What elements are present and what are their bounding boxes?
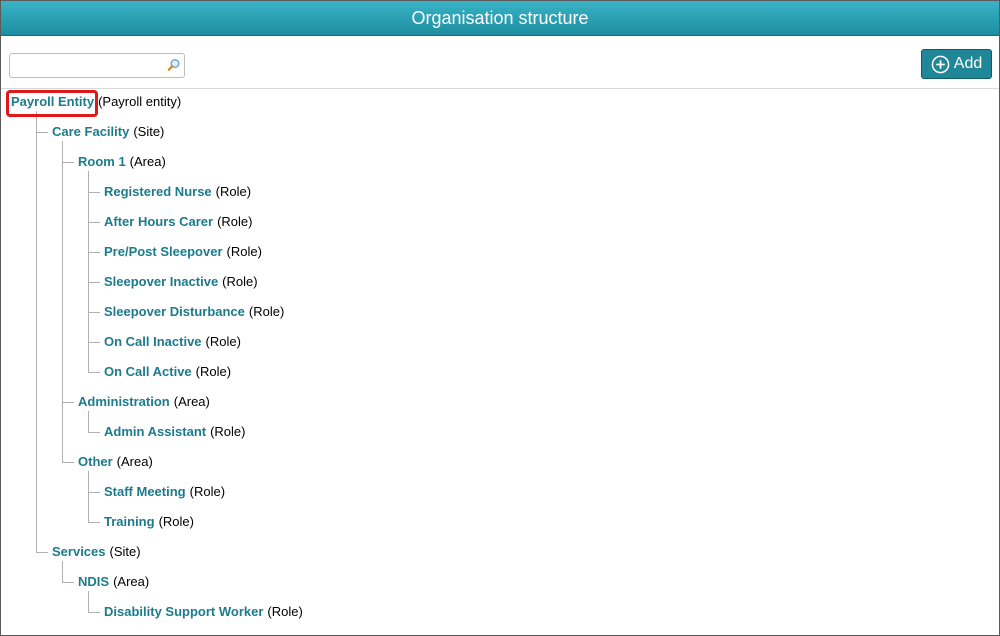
tree-node-disability-support-worker: Disability Support Worker (Role) [104, 603, 303, 621]
tree-node-type: (Role) [195, 364, 232, 379]
tree-node-type: (Role) [189, 484, 226, 499]
tree-connector [62, 561, 63, 583]
tree-connector [62, 582, 74, 583]
tree-node-services: Services (Site) [52, 543, 141, 561]
tree-node-type: (Area) [129, 154, 166, 169]
tree-connector [88, 522, 100, 523]
tree-node-link[interactable]: Staff Meeting [104, 484, 186, 499]
tree-connector [88, 492, 100, 493]
tree-node-type: (Role) [248, 304, 285, 319]
tree-node-type: (Role) [158, 514, 194, 529]
tree-connector [88, 282, 100, 283]
tree-node-link[interactable]: Services [52, 544, 106, 559]
tree-connector [36, 132, 48, 133]
page-title: Organisation structure [1, 1, 999, 36]
org-tree: Payroll Entity (Payroll entity) Care Faci… [1, 89, 999, 634]
tree-node-link[interactable]: On Call Active [104, 364, 192, 379]
tree-node-admin-assistant: Admin Assistant (Role) [104, 423, 246, 441]
tree-node-link[interactable]: Other [78, 454, 113, 469]
tree-connector [88, 312, 100, 313]
add-button[interactable]: Add [921, 49, 992, 79]
tree-node-link[interactable]: On Call Inactive [104, 334, 202, 349]
tree-node-after-hours-carer: After Hours Carer (Role) [104, 213, 253, 231]
search-icon[interactable] [167, 58, 181, 72]
tree-node-type: (Payroll entity) [98, 94, 182, 109]
tree-node-sleepover-inactive: Sleepover Inactive (Role) [104, 273, 258, 291]
tree-connector [62, 162, 74, 163]
tree-node-training: Training (Role) [104, 513, 194, 531]
tree-connector [88, 222, 100, 223]
tree-node-pre-post-sleepover: Pre/Post Sleepover (Role) [104, 243, 262, 261]
tree-node-link[interactable]: After Hours Carer [104, 214, 213, 229]
tree-node-type: (Area) [113, 574, 150, 589]
tree-node-link[interactable]: Disability Support Worker [104, 604, 263, 619]
search-input[interactable] [10, 54, 160, 77]
tree-node-registered-nurse: Registered Nurse (Role) [104, 183, 251, 201]
tree-connector [88, 342, 100, 343]
tree-node-link[interactable]: Registered Nurse [104, 184, 212, 199]
search-box[interactable] [9, 53, 185, 78]
tree-connector [62, 462, 74, 463]
tree-node-on-call-inactive: On Call Inactive (Role) [104, 333, 241, 351]
org-structure-panel: Organisation structure Add Payroll Entit… [0, 0, 1000, 636]
tree-connector [88, 471, 89, 523]
tree-connector [88, 372, 100, 373]
tree-connector [88, 612, 100, 613]
tree-node-sleepover-disturbance: Sleepover Disturbance (Role) [104, 303, 284, 321]
tree-connector [36, 111, 37, 553]
tree-connector [62, 141, 63, 463]
tree-node-link[interactable]: Training [104, 514, 155, 529]
tree-node-ndis: NDIS (Area) [78, 573, 149, 591]
tree-connector [88, 252, 100, 253]
tree-node-type: (Site) [133, 124, 165, 139]
tree-node-type: (Role) [226, 244, 262, 259]
tree-node-link[interactable]: NDIS [78, 574, 109, 589]
plus-circle-icon [931, 55, 950, 73]
tree-connector [88, 411, 89, 433]
tree-node-administration: Administration (Area) [78, 393, 210, 411]
tree-node-link[interactable]: Pre/Post Sleepover [104, 244, 223, 259]
tree-node-link[interactable]: Sleepover Inactive [104, 274, 218, 289]
tree-node-type: (Role) [217, 214, 253, 229]
tree-node-type: (Area) [173, 394, 210, 409]
tree-node-care-facility: Care Facility (Site) [52, 123, 164, 141]
add-button-label: Add [953, 55, 983, 72]
tree-node-link[interactable]: Care Facility [52, 124, 129, 139]
tree-node-type: (Role) [267, 604, 303, 619]
tree-node-room-1: Room 1 (Area) [78, 153, 166, 171]
tree-node-type: (Area) [116, 454, 153, 469]
tree-node-type: (Role) [215, 184, 252, 199]
tree-node-staff-meeting: Staff Meeting (Role) [104, 483, 225, 501]
tree-connector [88, 432, 100, 433]
tree-node-type: (Role) [222, 274, 258, 289]
tree-node-link[interactable]: Admin Assistant [104, 424, 206, 439]
selection-highlight [6, 90, 98, 117]
tree-node-type: (Site) [109, 544, 141, 559]
tree-node-link[interactable]: Room 1 [78, 154, 126, 169]
tree-node-type: (Role) [205, 334, 241, 349]
tree-connector [88, 192, 100, 193]
tree-node-link[interactable]: Administration [78, 394, 170, 409]
tree-node-other: Other (Area) [78, 453, 153, 471]
tree-connector [36, 552, 48, 553]
toolbar: Add [1, 37, 999, 89]
tree-connector [62, 402, 74, 403]
tree-node-on-call-active: On Call Active (Role) [104, 363, 231, 381]
tree-node-type: (Role) [210, 424, 246, 439]
tree-node-link[interactable]: Sleepover Disturbance [104, 304, 245, 319]
tree-connector [88, 591, 89, 613]
